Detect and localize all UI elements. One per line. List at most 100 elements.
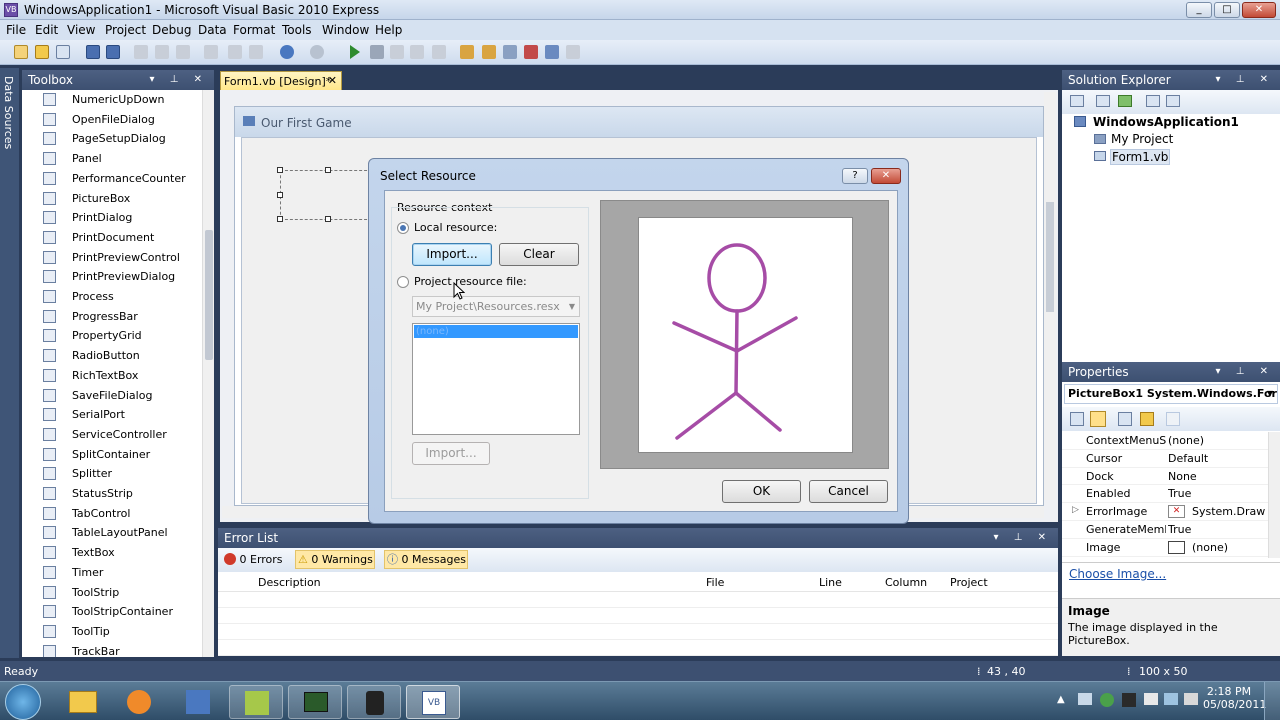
tree-item-form1[interactable]: Form1.vb [1110,149,1171,165]
save-icon[interactable] [86,45,100,59]
show-desktop-button[interactable] [1264,682,1280,720]
tray-security-icon[interactable] [1100,693,1114,707]
find-icon[interactable] [204,45,218,59]
pin-icon[interactable]: ▾ ⊥ ✕ [1216,362,1274,382]
resource-list[interactable]: (none) [412,323,580,435]
add-item-icon[interactable] [56,45,70,59]
toolbox-scrollbar[interactable] [202,90,214,657]
cut-icon[interactable] [134,45,148,59]
toolbox-item[interactable]: SaveFileDialog [22,386,202,406]
toolbox-item[interactable]: Process [22,287,202,307]
properties-view-icon[interactable] [1118,412,1132,426]
tray-flag-icon[interactable] [1144,693,1158,705]
paste-icon[interactable] [176,45,190,59]
warnings-filter[interactable]: ⚠ 0 Warnings [295,550,375,569]
toolbox-item[interactable]: RichTextBox [22,366,202,386]
toolbox-item[interactable]: PropertyGrid [22,326,202,346]
taskbar-app-screen[interactable] [288,685,342,719]
solution-explorer-icon[interactable] [460,45,474,59]
toolbox-item[interactable]: PerformanceCounter [22,169,202,189]
open-folder-icon[interactable] [35,45,49,59]
start-button-icon[interactable] [5,684,41,720]
tray-app-icon[interactable] [1122,693,1136,707]
designer-vscroll[interactable] [1044,92,1056,500]
close-tab-icon[interactable]: ✕ [328,74,337,87]
ok-button[interactable]: OK [722,480,801,503]
picturebox-selection[interactable] [280,170,372,220]
toolbox-item[interactable]: SerialPort [22,405,202,425]
help-button[interactable]: ? [842,168,868,184]
column-description[interactable]: Description [258,576,321,589]
step-into-icon[interactable] [390,45,404,59]
resource-file-dropdown[interactable]: My Project\Resources.resx ▼ [412,296,580,317]
property-row[interactable]: ✕ ▷ ErrorImage System.Draw [1062,503,1268,521]
list-item[interactable]: (none) [414,325,578,338]
step-over-icon[interactable] [410,45,424,59]
column-file[interactable]: File [706,576,724,589]
menu-file[interactable]: File [6,23,26,37]
toolbox-item[interactable]: RadioButton [22,346,202,366]
taskbar-media-player[interactable] [112,685,166,719]
toolbox-icon[interactable] [524,45,538,59]
refresh-icon[interactable] [1118,95,1132,107]
toolbox-item[interactable]: SplitContainer [22,445,202,465]
toolbox-item[interactable]: Splitter [22,464,202,484]
toolbox-item[interactable]: TabControl [22,504,202,524]
view-designer-icon[interactable] [1166,95,1180,107]
tray-expand-icon[interactable]: ▲ [1057,694,1065,705]
toolbox-item[interactable]: PageSetupDialog [22,129,202,149]
toolbox-item[interactable]: ToolTip [22,622,202,642]
start-debugging-icon[interactable] [350,45,360,59]
menu-edit[interactable]: Edit [35,23,58,37]
property-pages-icon[interactable] [1166,412,1180,426]
local-resource-radio[interactable] [397,222,409,234]
undo-icon[interactable] [280,45,294,59]
toolbox-item[interactable]: PrintPreviewControl [22,248,202,268]
menu-project[interactable]: Project [105,23,146,37]
property-row[interactable]: Enabled True [1062,485,1268,504]
close-window-button[interactable]: ✕ [1242,2,1276,18]
toolbox-item[interactable]: PictureBox [22,189,202,209]
menu-help[interactable]: Help [375,23,402,37]
object-selector[interactable]: PictureBox1 System.Windows.Forms. ▼ [1064,384,1278,404]
column-line[interactable]: Line [819,576,842,589]
comment-icon[interactable] [228,45,242,59]
toolbox-item[interactable]: Panel [22,149,202,169]
tree-item-my-project[interactable]: My Project [1111,132,1173,146]
project-resource-radio[interactable] [397,276,409,288]
events-icon[interactable] [1140,412,1154,426]
toolbox-item[interactable]: ToolStrip [22,583,202,603]
property-row[interactable]: Image (none) [1062,539,1268,557]
alphabetical-icon[interactable] [1090,411,1106,427]
minimize-button[interactable]: _ [1186,2,1212,18]
clear-button[interactable]: Clear [499,243,579,266]
dialog-close-button[interactable]: ✕ [871,168,901,184]
toolbox-item[interactable]: PrintDocument [22,228,202,248]
toolbox-item[interactable]: OpenFileDialog [22,110,202,130]
view-code-icon[interactable] [1146,95,1160,107]
taskbar-app-paint[interactable] [170,685,224,719]
new-project-icon[interactable] [14,45,28,59]
taskbar-explorer[interactable] [56,685,110,719]
pin-icon[interactable]: ▾ ⊥ ✕ [1216,70,1274,90]
uncomment-icon[interactable] [249,45,263,59]
errors-filter[interactable]: 0 Errors [224,551,290,569]
toolbox-item[interactable]: ProgressBar [22,307,202,327]
data-sources-tab[interactable]: Data Sources [0,68,19,658]
expand-icon[interactable]: ▷ [1072,505,1079,515]
extension-icon[interactable] [566,45,580,59]
categorized-icon[interactable] [1070,412,1084,426]
toolbox-item[interactable]: TableLayoutPanel [22,523,202,543]
stop-icon[interactable] [370,45,384,59]
cancel-button[interactable]: Cancel [809,480,888,503]
pin-icon[interactable]: ▾ ⊥ ✕ [150,70,208,90]
messages-filter[interactable]: ⓘ 0 Messages [384,550,468,569]
resize-handle[interactable] [277,167,283,173]
error-list-icon[interactable] [545,45,559,59]
property-row[interactable]: Cursor Default [1062,450,1268,468]
toolbox-item[interactable]: StatusStrip [22,484,202,504]
property-grid-scrollbar[interactable] [1268,432,1280,558]
properties-window-icon[interactable] [482,45,496,59]
menu-format[interactable]: Format [233,23,275,37]
resize-handle[interactable] [277,216,283,222]
